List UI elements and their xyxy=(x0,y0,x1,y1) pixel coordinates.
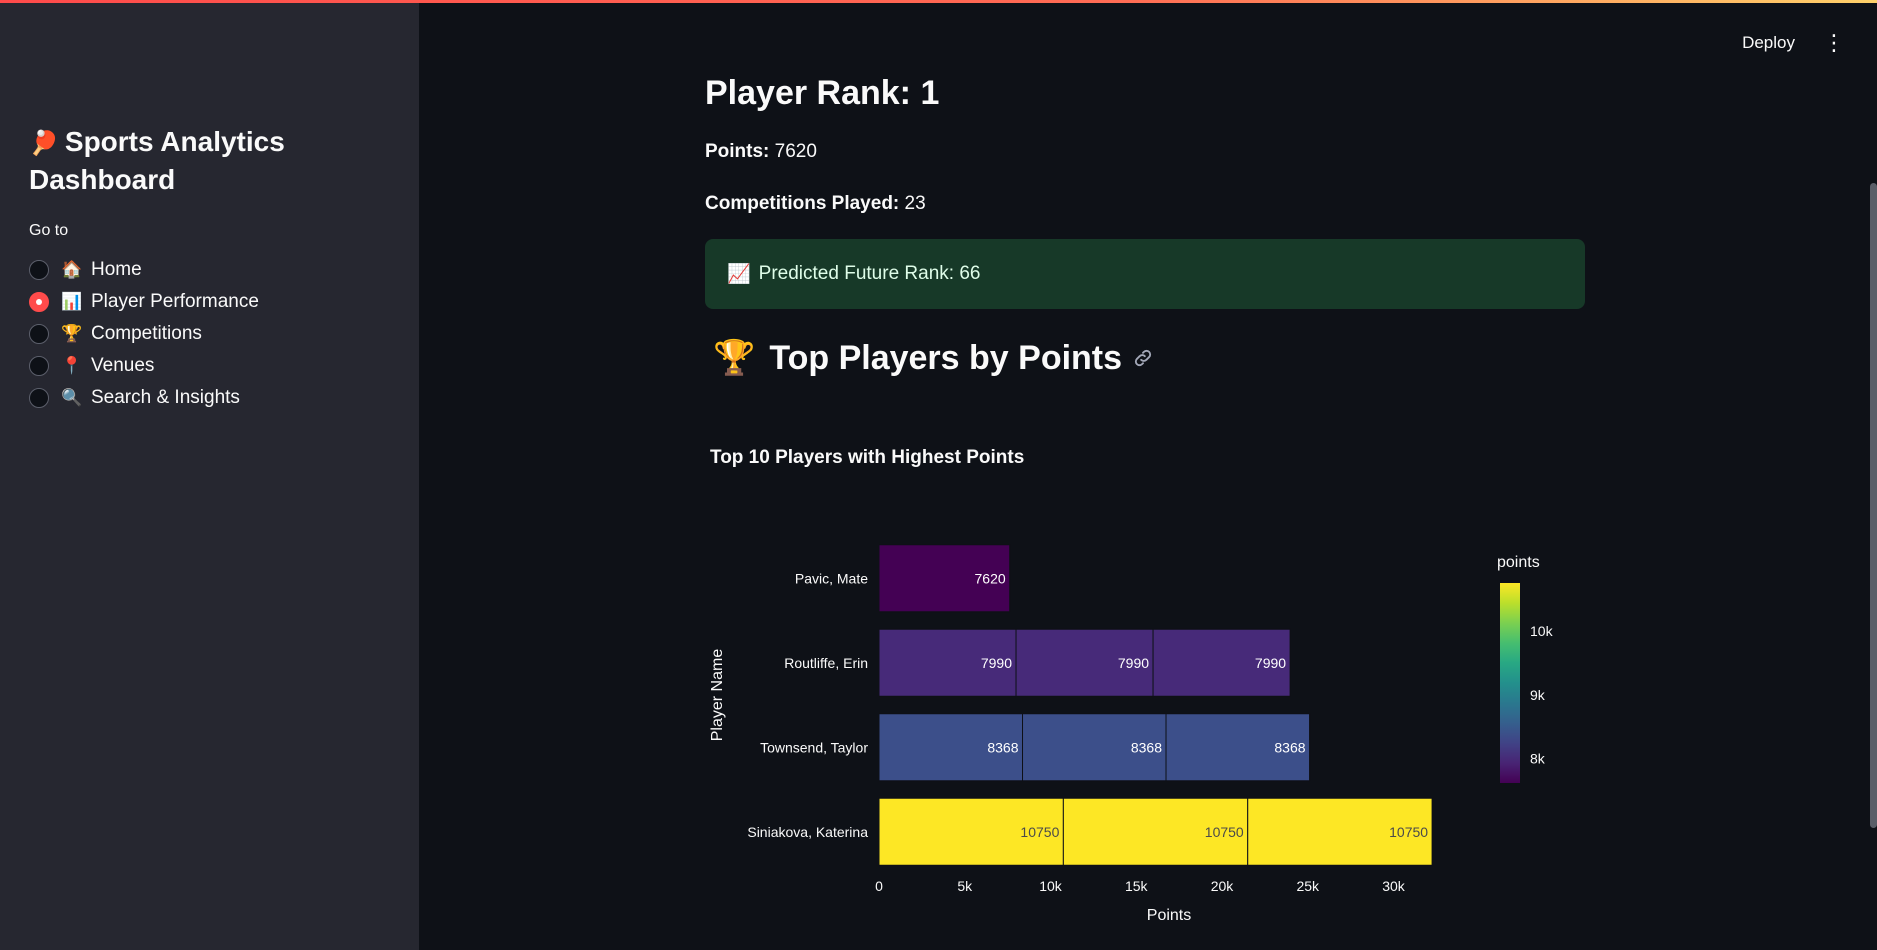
chart-title: Top 10 Players with Highest Points xyxy=(710,447,1024,468)
y-tick-label: Siniakova, Katerina xyxy=(747,824,868,840)
nav-label: Competitions xyxy=(91,323,202,344)
competitions-stat: Competitions Played: 23 xyxy=(705,193,926,215)
radio-button[interactable] xyxy=(29,260,49,280)
bar-value-label: 7620 xyxy=(975,570,1006,586)
bar-value-label: 7990 xyxy=(1118,655,1149,671)
navigation-radio-group: 🏠 Home 📊 Player Performance 🏆 Competitio… xyxy=(29,254,259,414)
link-icon[interactable] xyxy=(1132,347,1154,369)
x-tick-label: 25k xyxy=(1296,878,1320,894)
bar-value-label: 10750 xyxy=(1205,824,1244,840)
bar-value-label: 10750 xyxy=(1389,824,1428,840)
bar-value-label: 7990 xyxy=(1255,655,1286,671)
pin-icon: 📍 xyxy=(61,356,83,375)
colorbar-title: points xyxy=(1497,554,1540,571)
top-players-chart: Top 10 Players with Highest Points Playe… xyxy=(709,447,1554,924)
top-players-heading-text: Top Players by Points xyxy=(769,338,1123,377)
x-tick-label: 10k xyxy=(1039,878,1063,894)
goto-label: Go to xyxy=(29,222,69,239)
sidebar-title-text: Sports Analytics Dashboard xyxy=(29,126,285,195)
radio-button[interactable] xyxy=(29,356,49,376)
nav-radio-player-performance[interactable]: 📊 Player Performance xyxy=(29,286,259,318)
competitions-value: 23 xyxy=(904,193,926,214)
y-tick-label: Routliffe, Erin xyxy=(784,655,868,671)
magnifier-icon: 🔍 xyxy=(61,388,83,407)
points-stat: Points: 7620 xyxy=(705,141,817,163)
radio-button[interactable] xyxy=(29,388,49,408)
trophy-icon: 🏆 xyxy=(61,324,83,343)
nav-label: Home xyxy=(91,259,142,280)
player-rank-heading: Player Rank: 1 xyxy=(705,74,940,112)
nav-radio-search-insights[interactable]: 🔍 Search & Insights xyxy=(29,382,259,414)
prediction-alert: 📈 Predicted Future Rank: 66 xyxy=(705,239,1585,309)
colorbar-tick-label: 9k xyxy=(1530,687,1546,703)
nav-radio-venues[interactable]: 📍 Venues xyxy=(29,350,259,382)
y-axis-label: Player Name xyxy=(709,649,726,742)
deploy-button[interactable]: Deploy xyxy=(1742,33,1795,53)
nav-radio-home[interactable]: 🏠 Home xyxy=(29,254,259,286)
x-tick-label: 15k xyxy=(1125,878,1149,894)
bar-value-label: 8368 xyxy=(987,739,1018,755)
prediction-text: Predicted Future Rank: 66 xyxy=(758,263,981,284)
nav-label: Player Performance xyxy=(91,291,259,312)
sidebar-title: 🏓 Sports Analytics Dashboard xyxy=(29,124,389,198)
x-axis-label: Points xyxy=(1147,907,1191,924)
bar-value-label: 8368 xyxy=(1131,739,1162,755)
radio-button-selected[interactable] xyxy=(29,292,49,312)
main-content: Player Rank: 1 Points: 7620 Competitions… xyxy=(705,0,1585,950)
competitions-label: Competitions Played: xyxy=(705,193,900,214)
x-tick-label: 5k xyxy=(957,878,973,894)
nav-label: Search & Insights xyxy=(91,387,240,408)
nav-radio-competitions[interactable]: 🏆 Competitions xyxy=(29,318,259,350)
top-decoration-bar xyxy=(0,0,1877,3)
house-icon: 🏠 xyxy=(61,260,83,279)
points-label: Points: xyxy=(705,141,770,162)
top-players-heading: 🏆 Top Players by Points xyxy=(713,338,1154,378)
bar-value-label: 10750 xyxy=(1020,824,1059,840)
main-scrollbar[interactable] xyxy=(1870,183,1877,828)
more-vertical-icon[interactable]: ⋮ xyxy=(1823,32,1845,54)
x-tick-label: 0 xyxy=(875,878,883,894)
points-value: 7620 xyxy=(774,141,817,162)
bar-value-label: 7990 xyxy=(981,655,1012,671)
colorbar: points 8k 9k 10k xyxy=(1497,554,1554,783)
y-tick-label: Pavic, Mate xyxy=(795,570,868,586)
colorbar-gradient xyxy=(1500,583,1520,783)
trophy-icon: 🏆 xyxy=(713,339,756,377)
sidebar: 🏓 Sports Analytics Dashboard Go to 🏠 Home… xyxy=(0,0,419,950)
x-ticks-group: 0 5k 10k 15k 20k 25k 30k xyxy=(875,878,1406,894)
colorbar-tick-label: 10k xyxy=(1530,623,1554,639)
x-tick-label: 20k xyxy=(1211,878,1235,894)
chart-up-icon: 📈 xyxy=(727,264,751,285)
nav-label: Venues xyxy=(91,355,155,376)
colorbar-tick-label: 8k xyxy=(1530,751,1546,767)
ping-pong-icon: 🏓 xyxy=(29,130,59,157)
radio-button[interactable] xyxy=(29,324,49,344)
x-tick-label: 30k xyxy=(1382,878,1406,894)
bar-value-label: 8368 xyxy=(1274,739,1305,755)
bars-group: Pavic, Mate 7620 Routliffe, Erin 7990 7990 79… xyxy=(747,544,1433,866)
bar-chart-icon: 📊 xyxy=(61,292,83,311)
y-tick-label: Townsend, Taylor xyxy=(760,739,868,755)
header-actions: Deploy ⋮ xyxy=(1742,32,1845,54)
